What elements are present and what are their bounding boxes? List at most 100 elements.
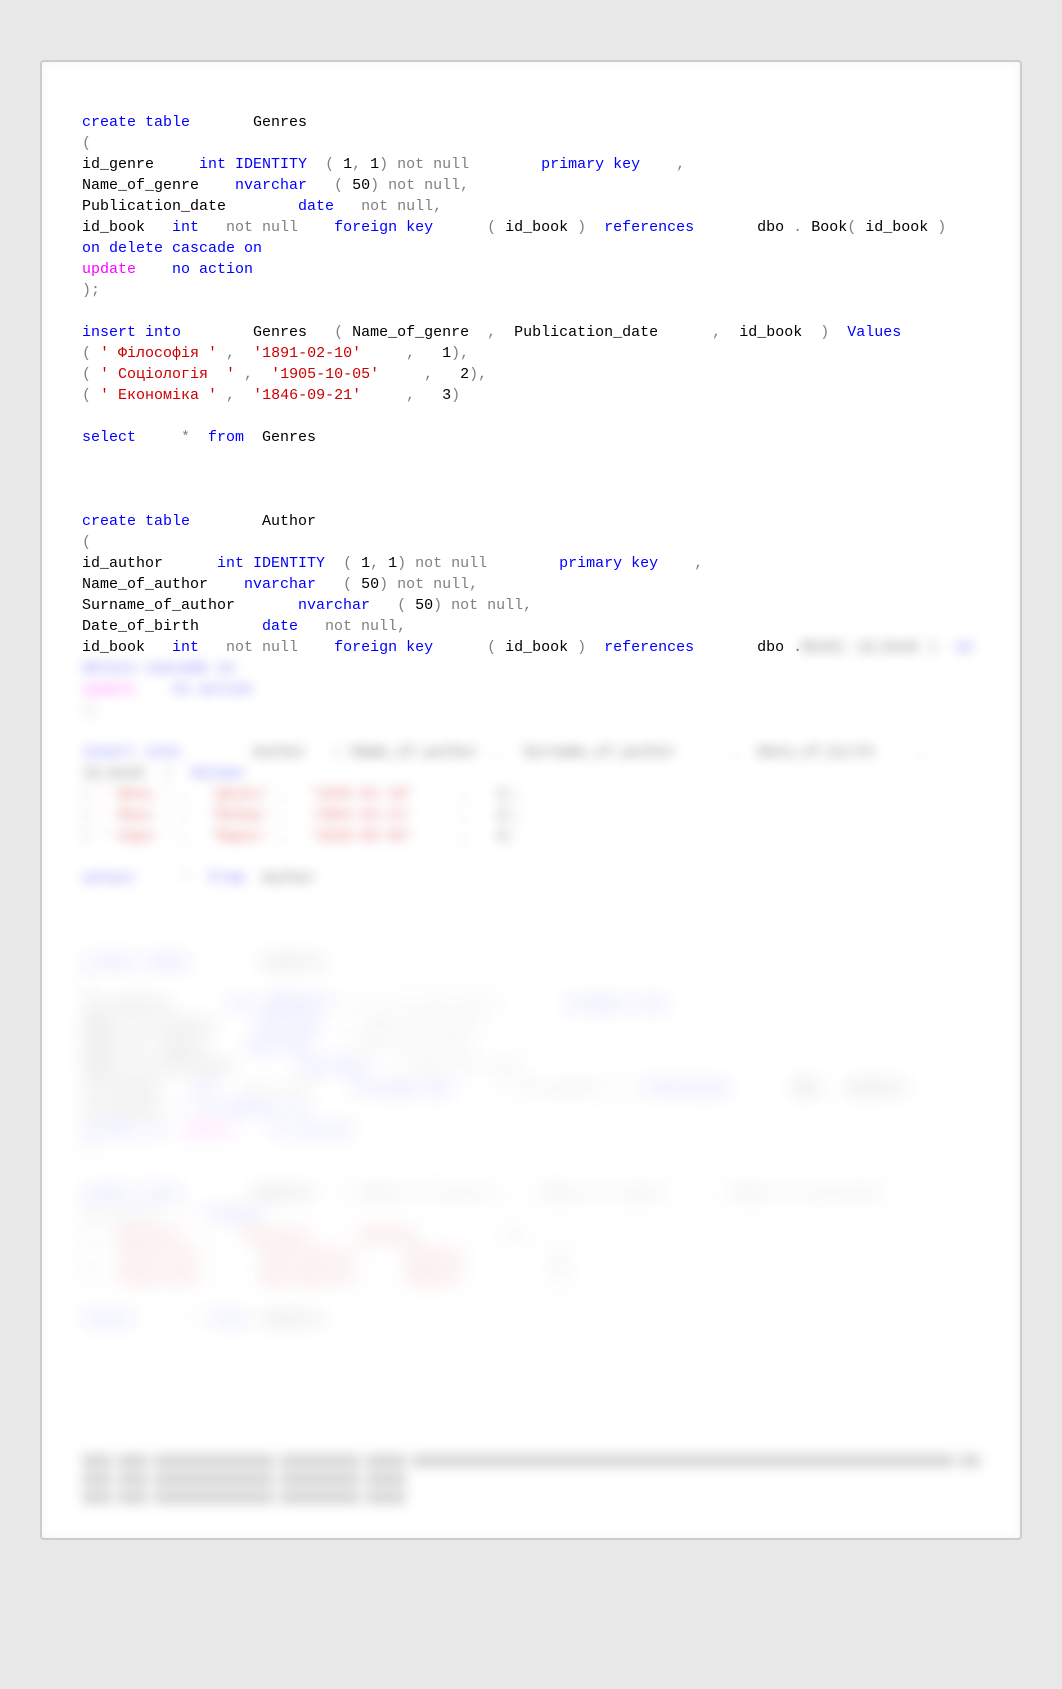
blurred-text: ( ' Франція ' , 'Західна' , 'Європа' , 1… [82, 1227, 532, 1244]
paren: ) [451, 387, 460, 404]
not-null: not null, [334, 198, 442, 215]
column-ref: id_book [856, 219, 937, 236]
paren: ( [82, 366, 91, 383]
update-kw: update [82, 261, 136, 278]
not-null: ) not null, [433, 597, 532, 614]
table-name: Genres [181, 324, 334, 341]
column-name: Name_of_author [82, 576, 244, 593]
from-kw: from [208, 429, 244, 446]
values-kw: Values [847, 324, 901, 341]
number: 1 [370, 156, 379, 173]
paren: ( [82, 135, 91, 152]
dot: . [784, 639, 802, 656]
number: 1 [334, 156, 352, 173]
sql-code-block: create table Genres ( id_genre int IDENT… [82, 112, 980, 1330]
paren: ) [577, 639, 604, 656]
paren: ), [451, 345, 469, 362]
paren: ), [469, 366, 487, 383]
not-null: not null, [298, 618, 406, 635]
blurred-text: id_author int not null foreign key ( id_… [82, 1080, 919, 1118]
keyword-create-table: create table [82, 114, 190, 131]
number: 50 [352, 576, 379, 593]
datatype: date [262, 618, 298, 635]
blurred-text: Name_of_country nvarchar ( 50) not null, [82, 1017, 487, 1034]
number: 2 [460, 366, 469, 383]
schema: dbo [694, 219, 784, 236]
column-name: Name_of_genre [82, 177, 235, 194]
references: references [604, 639, 694, 656]
column-ref: id_book [496, 639, 577, 656]
string-literal: ' Економіка ' [91, 387, 217, 404]
datatype: int [172, 219, 199, 236]
string-literal: '1905-10-05' [271, 366, 379, 383]
column-list: Publication_date [496, 324, 712, 341]
blurred-text: Name_of_continent nvarchar ( 50) not nul… [82, 1059, 532, 1076]
blurred-text: ( [82, 975, 91, 992]
comma: , [235, 366, 271, 383]
blurred-text: ( ' Німеччина ' , 'Центральна' , 'Європа… [82, 1269, 568, 1286]
space [136, 261, 172, 278]
string-literal: '1891-02-10' [253, 345, 361, 362]
paren: ( [334, 324, 343, 341]
no-action: no action [172, 261, 253, 278]
foreign-key: foreign key [334, 639, 433, 656]
blurred-text: ( ' Німеччина ' , 'Центральна' , 'Європа… [82, 1248, 577, 1265]
blurred-text: select * from Country [82, 1311, 325, 1328]
column-name: id_genre [82, 156, 199, 173]
number: 3 [442, 387, 451, 404]
paren: ( [307, 177, 343, 194]
paren: ) [820, 324, 847, 341]
dot: . [784, 219, 811, 236]
comma: , [361, 345, 442, 362]
comma: , [640, 156, 685, 173]
column-name: Surname_of_author [82, 597, 298, 614]
comma: , [658, 555, 703, 572]
blurred-text: ); [82, 1143, 100, 1160]
not-null: ) not null [379, 156, 541, 173]
string-literal: ' Соціологія ' [91, 366, 235, 383]
paren: ( [847, 219, 856, 236]
primary-key: primary key [559, 555, 658, 572]
datatype: date [298, 198, 334, 215]
star: * [136, 429, 208, 446]
datatype: nvarchar [244, 576, 316, 593]
blurred-text: update no action [82, 681, 253, 698]
column-name: id_book [82, 639, 172, 656]
paren: ) [937, 219, 964, 236]
column-name: id_book [82, 219, 172, 236]
blurred-text: ( ' Жиль ' , 'Делез' , '1925-01-18' , 1)… [82, 786, 523, 803]
not-null: ) not null, [370, 177, 469, 194]
references: references [604, 219, 694, 236]
blurred-text: insert into Author ( Name_of_author , Su… [82, 744, 946, 782]
not-null: not null [199, 219, 334, 236]
not-null: ) not null [397, 555, 559, 572]
blurred-text: id_country int IDENTITY ( 1, 1) not null… [82, 996, 712, 1013]
paren: ( [82, 387, 91, 404]
column-list: id_book [721, 324, 820, 341]
paren: ( [433, 639, 496, 656]
paren: ( [370, 597, 406, 614]
comma: , [712, 324, 721, 341]
number: 1 [388, 555, 397, 572]
comma: , [370, 555, 388, 572]
column-name: id_author [82, 555, 217, 572]
number: 50 [343, 177, 370, 194]
string-literal: ' Філософія ' [91, 345, 217, 362]
datatype: nvarchar [298, 597, 370, 614]
foreign-key: foreign key [334, 219, 433, 236]
select-kw: select [82, 429, 136, 446]
end-paren: ); [82, 282, 100, 299]
blurred-text: Name_of_region nvarchar ( 50) not null, [82, 1038, 478, 1055]
comma: , [217, 345, 253, 362]
table-name: Genres [190, 114, 307, 131]
paren: ( [433, 219, 496, 236]
datatype: int IDENTITY [199, 156, 307, 173]
column-list: Name_of_genre [343, 324, 487, 341]
blurred-table-footer [82, 1454, 980, 1508]
blurred-text: ( ' Макс ' , 'Вебер' , '1864-04-21' , 2)… [82, 807, 523, 824]
blurred-text: insert into Country ( Name_of_country , … [82, 1185, 955, 1223]
table-name: Genres [244, 429, 316, 446]
table-name: Author [190, 513, 316, 530]
schema: dbo [694, 639, 784, 656]
column-name: Date_of_birth [82, 618, 262, 635]
